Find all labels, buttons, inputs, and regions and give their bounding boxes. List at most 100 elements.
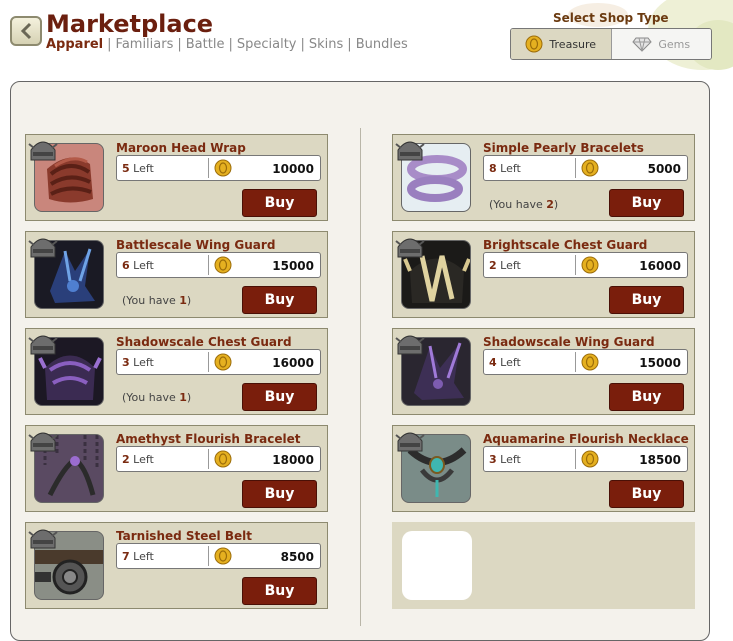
- tab-apparel[interactable]: Apparel: [46, 37, 103, 52]
- tab-battle[interactable]: Battle: [186, 37, 225, 52]
- buy-button[interactable]: Buy: [242, 383, 317, 411]
- stock-count: 2: [489, 259, 497, 272]
- helmet-icon: [395, 432, 425, 452]
- buy-button[interactable]: Buy: [242, 189, 317, 217]
- stock-count: 3: [122, 356, 130, 369]
- stock-left: 7 Left: [122, 550, 154, 563]
- tab-separator: |: [300, 37, 305, 52]
- buy-button[interactable]: Buy: [242, 286, 317, 314]
- stock-left-label: Left: [129, 356, 154, 369]
- stock-left: 6 Left: [122, 259, 154, 272]
- treasure-coin-icon: [214, 450, 232, 468]
- buy-button[interactable]: Buy: [609, 189, 684, 217]
- helmet-icon: [395, 238, 425, 258]
- treasure-coin-icon: [214, 547, 232, 565]
- owned-prefix: (You have: [122, 391, 180, 404]
- buy-button[interactable]: Buy: [609, 383, 684, 411]
- treasure-coin-icon: [581, 450, 599, 468]
- buy-button[interactable]: Buy: [609, 286, 684, 314]
- box-divider: [575, 449, 576, 469]
- buy-button[interactable]: Buy: [242, 577, 317, 605]
- shop-type-toggle: Treasure Gems: [510, 28, 712, 60]
- back-button[interactable]: [10, 16, 42, 46]
- stock-left-label: Left: [496, 453, 521, 466]
- buy-button[interactable]: Buy: [609, 480, 684, 508]
- owned-prefix: (You have: [489, 198, 547, 211]
- stock-price-box: 5 Left 10000: [116, 155, 321, 181]
- tab-skins[interactable]: Skins: [309, 37, 343, 52]
- item-name: Amethyst Flourish Bracelet: [116, 432, 301, 446]
- item-card-shadowscale-wing-guard: Shadowscale Wing Guard 4 Left 15000 Buy: [392, 328, 695, 415]
- empty-icon-slot: [402, 531, 472, 600]
- stock-count: 6: [122, 259, 130, 272]
- item-card-brightscale-chest-guard: Brightscale Chest Guard 2 Left 16000 Buy: [392, 231, 695, 318]
- box-divider: [208, 255, 209, 275]
- helmet-icon: [395, 141, 425, 161]
- box-divider: [208, 546, 209, 566]
- stock-count: 2: [122, 453, 130, 466]
- box-divider: [575, 158, 576, 178]
- box-divider: [208, 449, 209, 469]
- stock-left: 2 Left: [489, 259, 521, 272]
- stock-price-box: 2 Left 16000: [483, 252, 688, 278]
- helmet-icon: [28, 141, 58, 161]
- tab-separator: |: [347, 37, 352, 52]
- stock-left: 8 Left: [489, 162, 521, 175]
- box-divider: [208, 158, 209, 178]
- stock-left-label: Left: [496, 259, 521, 272]
- item-price: 8500: [280, 550, 314, 564]
- tab-separator: |: [177, 37, 182, 52]
- stock-count: 5: [122, 162, 130, 175]
- empty-item-slot: [392, 522, 695, 609]
- page-title: Marketplace: [46, 10, 214, 38]
- stock-price-box: 6 Left 15000: [116, 252, 321, 278]
- item-name: Battlescale Wing Guard: [116, 238, 276, 252]
- owned-count: (You have 1): [122, 391, 191, 404]
- stock-price-box: 3 Left 16000: [116, 349, 321, 375]
- stock-left-label: Left: [129, 259, 154, 272]
- item-name: Aquamarine Flourish Necklace: [483, 432, 689, 446]
- item-card-shadowscale-chest-guard: Shadowscale Chest Guard 3 Left 16000 (Yo…: [25, 328, 328, 415]
- item-card-tarnished-steel-belt: Tarnished Steel Belt 7 Left 8500 Buy: [25, 522, 328, 609]
- stock-price-box: 3 Left 18500: [483, 446, 688, 472]
- stock-left-label: Left: [496, 356, 521, 369]
- stock-price-box: 7 Left 8500: [116, 543, 321, 569]
- item-name: Tarnished Steel Belt: [116, 529, 252, 543]
- owned-number: 1: [179, 294, 187, 307]
- owned-number: 1: [179, 391, 187, 404]
- item-price: 15000: [639, 356, 681, 370]
- treasure-coin-icon: [525, 35, 543, 53]
- stock-price-box: 2 Left 18000: [116, 446, 321, 472]
- tab-specialty[interactable]: Specialty: [237, 37, 297, 52]
- treasure-coin-icon: [214, 159, 232, 177]
- tab-bundles[interactable]: Bundles: [356, 37, 408, 52]
- treasure-coin-icon: [581, 256, 599, 274]
- item-price: 10000: [272, 162, 314, 176]
- owned-count: (You have 1): [122, 294, 191, 307]
- gem-icon: [632, 37, 653, 52]
- owned-count: (You have 2): [489, 198, 558, 211]
- stock-left: 4 Left: [489, 356, 521, 369]
- stock-left-label: Left: [129, 550, 154, 563]
- treasure-shop-option[interactable]: Treasure: [511, 29, 612, 59]
- stock-left: 2 Left: [122, 453, 154, 466]
- treasure-coin-icon: [214, 353, 232, 371]
- stock-count: 8: [489, 162, 497, 175]
- item-card-simple-pearly-bracelets: Simple Pearly Bracelets 8 Left 5000 (You…: [392, 134, 695, 221]
- tab-separator: |: [107, 37, 112, 52]
- item-name: Shadowscale Chest Guard: [116, 335, 292, 349]
- tab-familiars[interactable]: Familiars: [116, 37, 174, 52]
- stock-price-box: 4 Left 15000: [483, 349, 688, 375]
- category-tabs: Apparel | Familiars | Battle | Specialty | Skins…: [46, 37, 408, 52]
- column-divider: [360, 128, 361, 626]
- gems-option-label: Gems: [658, 37, 691, 51]
- gems-shop-option[interactable]: Gems: [611, 29, 711, 59]
- box-divider: [575, 352, 576, 372]
- box-divider: [575, 255, 576, 275]
- helmet-icon: [28, 432, 58, 452]
- item-price: 16000: [272, 356, 314, 370]
- treasure-option-label: Treasure: [549, 37, 597, 51]
- buy-button[interactable]: Buy: [242, 480, 317, 508]
- stock-left-label: Left: [129, 453, 154, 466]
- treasure-coin-icon: [581, 353, 599, 371]
